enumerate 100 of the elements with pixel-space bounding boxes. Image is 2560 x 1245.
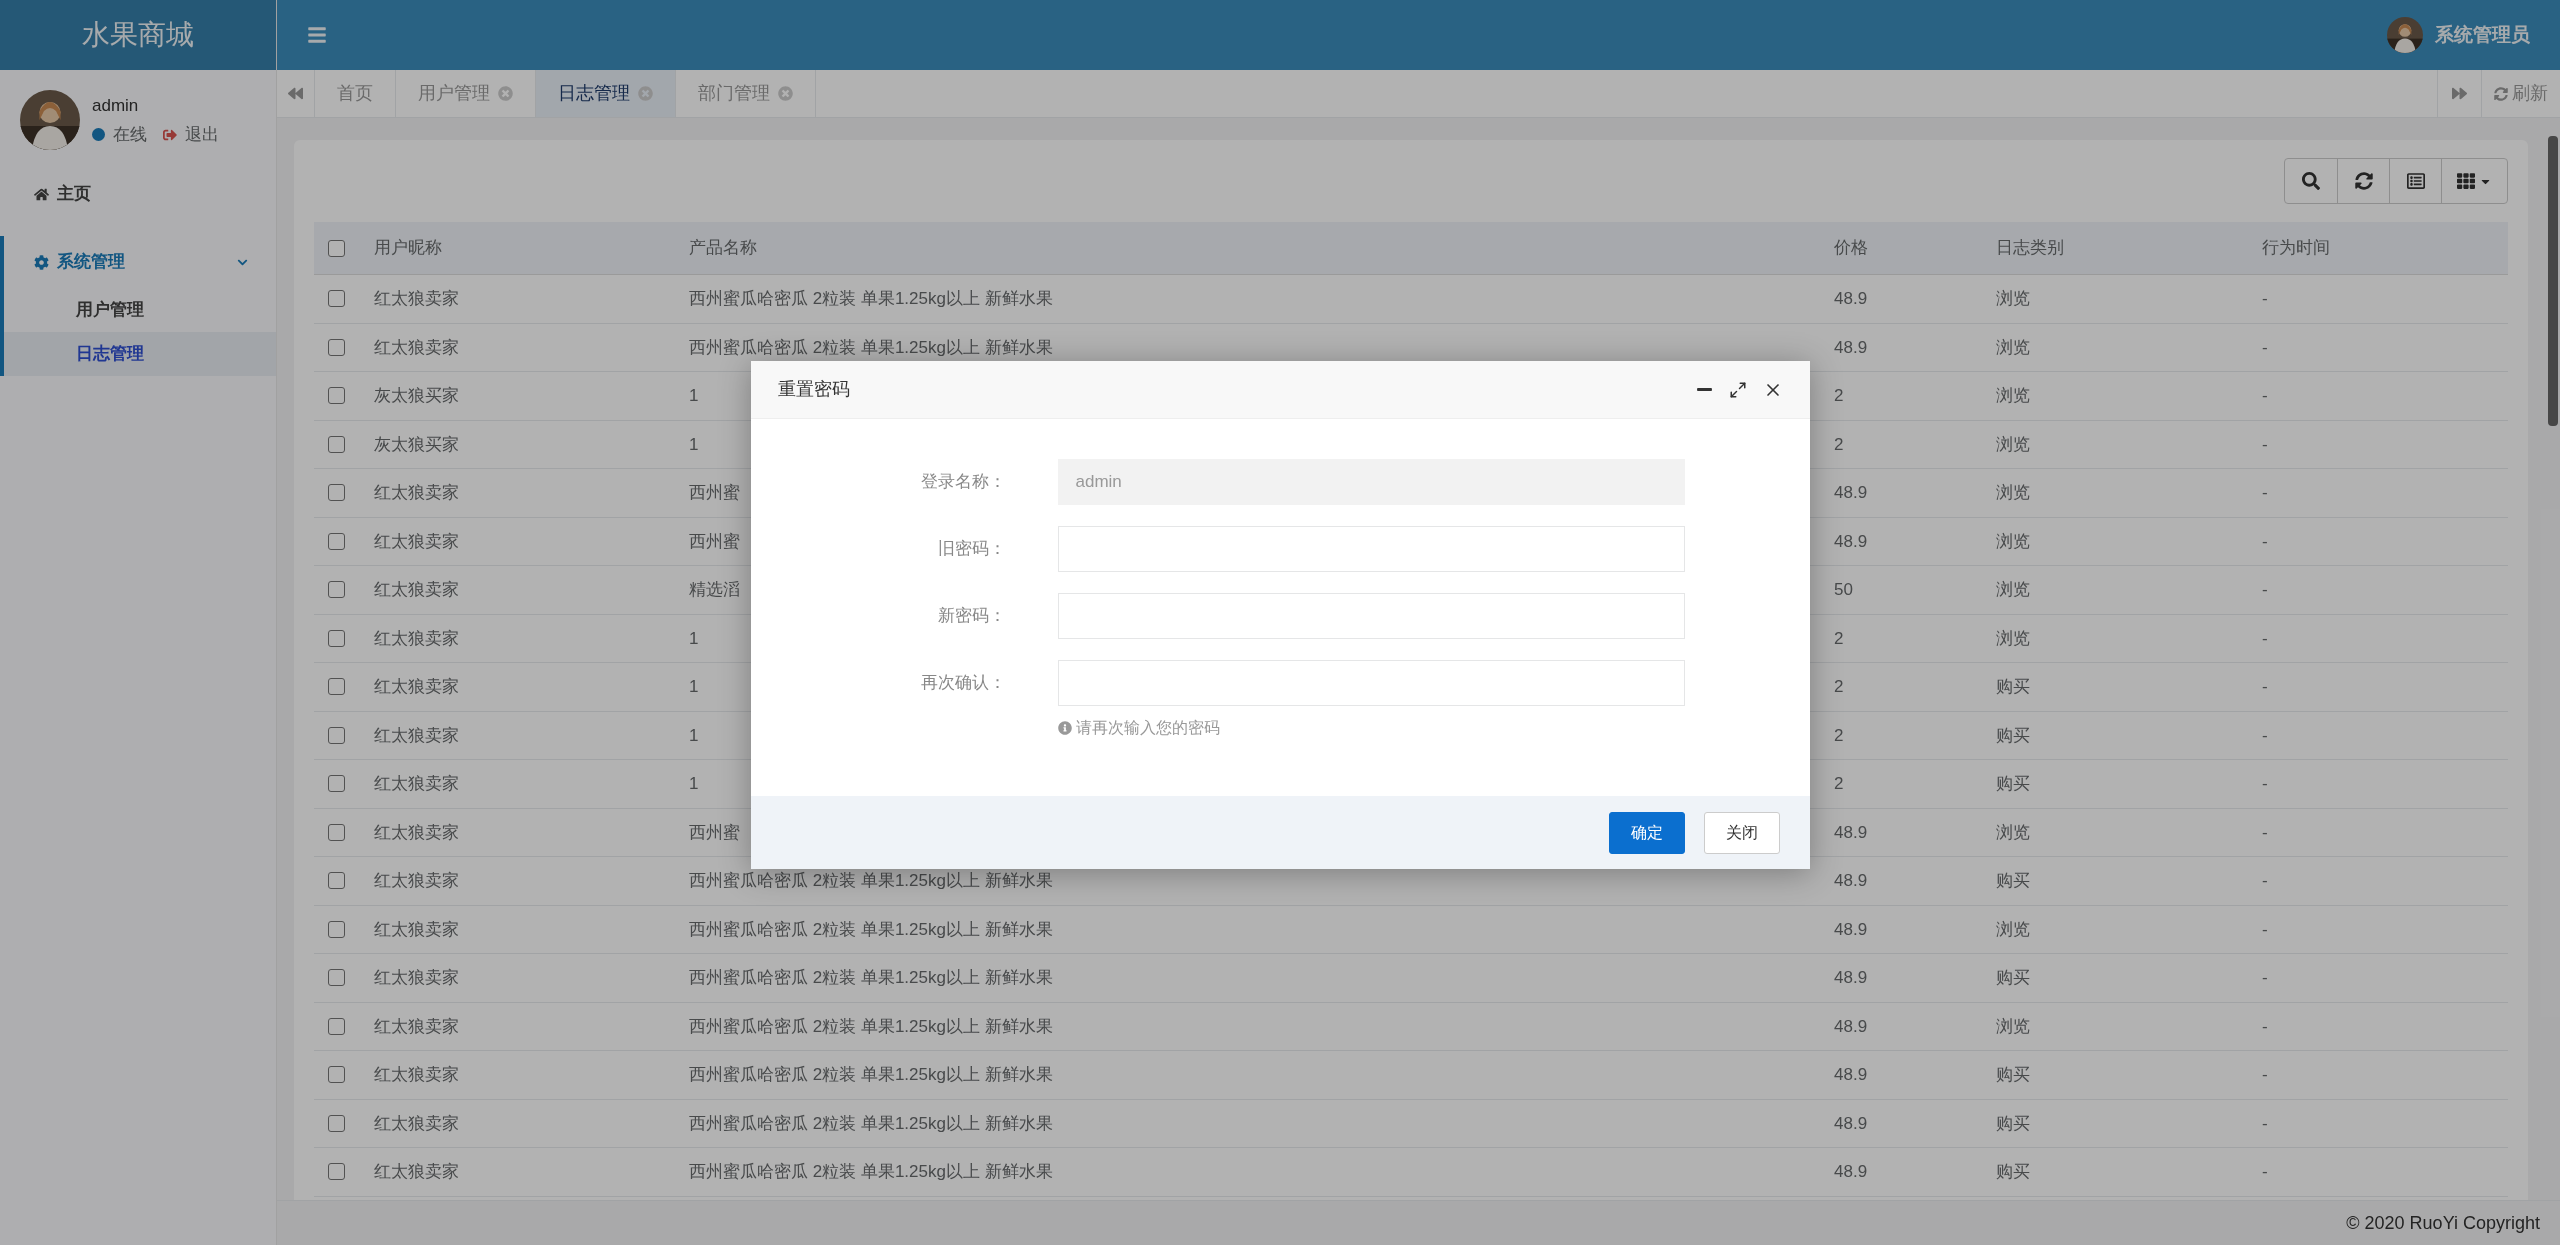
table-cell-text: -	[2262, 918, 2268, 941]
field-label: 旧密码：	[936, 538, 1006, 561]
table-cell-text: 1	[689, 676, 699, 698]
search-icon	[2302, 172, 2320, 190]
table-cell-text: 红太狼卖家	[374, 1064, 459, 1086]
table-cell-text: -	[2262, 1161, 2268, 1183]
table-cell-text: 红太狼卖家	[374, 773, 459, 795]
checkbox[interactable]	[328, 239, 345, 257]
refresh-icon	[2354, 172, 2373, 190]
table-cell-text: 1	[689, 773, 699, 795]
user-name: admin	[92, 94, 140, 117]
table-cell-text: 西州蜜瓜哈密瓜 2粒装 单果1.25kg以上 新鲜水果	[689, 1015, 1053, 1038]
checkbox[interactable]	[328, 678, 345, 696]
maximize-icon[interactable]	[1728, 380, 1747, 399]
table-cell-text: 48.9	[1834, 821, 1868, 844]
table-cell-text: 西州蜜瓜哈密瓜 2粒装 单果1.25kg以上 新鲜水果	[689, 1161, 1053, 1183]
checkbox[interactable]	[328, 581, 345, 599]
page-tab[interactable]: 日志管理	[536, 70, 676, 117]
table-cell-text: -	[2262, 821, 2268, 844]
table-cell-text: -	[2262, 724, 2268, 747]
table-cell-text: 西州蜜瓜哈密瓜 2粒装 单果1.25kg以上 新鲜水果	[689, 336, 1053, 359]
table-cell-text: 购买	[1996, 724, 2030, 747]
submenu-item[interactable]: 日志管理	[4, 332, 276, 376]
checkbox[interactable]	[328, 823, 345, 841]
checkbox[interactable]	[328, 1017, 345, 1035]
table-cell-text: 2	[1834, 676, 1844, 698]
checkbox[interactable]	[328, 629, 345, 647]
checkbox[interactable]	[328, 726, 345, 744]
column-header[interactable]: 日志类别	[1996, 235, 2262, 261]
table-cell-text: 48.9	[1834, 918, 1868, 941]
checkbox[interactable]	[328, 969, 345, 987]
checkbox[interactable]	[328, 484, 345, 502]
column-header[interactable]: 产品名称	[689, 235, 1834, 261]
table-cell-text: 红太狼卖家	[374, 967, 459, 989]
table-cell-text: 浏览	[1996, 579, 2030, 601]
table-cell-text: 浏览	[1996, 627, 2030, 650]
table-cell-text: -	[2262, 627, 2268, 650]
column-header[interactable]: 行为时间	[2262, 235, 2508, 261]
input-field[interactable]	[1057, 593, 1685, 639]
table-cell-text: 西州蜜瓜哈密瓜 2粒装 单果1.25kg以上 新鲜水果	[689, 1112, 1053, 1135]
table-cell-text: 西州蜜	[689, 530, 740, 553]
checkbox[interactable]	[328, 920, 345, 938]
checkbox[interactable]	[328, 872, 345, 890]
table-cell-text: -	[2262, 870, 2268, 892]
table-cell-text: 西州蜜瓜哈密瓜 2粒装 单果1.25kg以上 新鲜水果	[689, 967, 1053, 989]
field-label: 再次确认：	[919, 672, 1006, 695]
table-cell-text: -	[2262, 385, 2268, 407]
page-tab[interactable]: 首页	[315, 70, 396, 117]
menu-icon[interactable]	[307, 25, 327, 45]
sign-out-icon	[163, 127, 177, 142]
double-left-icon	[288, 86, 303, 101]
checkbox[interactable]	[328, 338, 345, 356]
table-cell-text: 48.9	[1834, 1064, 1868, 1086]
refresh-icon	[2494, 86, 2508, 101]
checkbox[interactable]	[328, 1114, 345, 1132]
checkbox[interactable]	[328, 290, 345, 308]
checkbox[interactable]	[328, 532, 345, 550]
double-right-icon	[2452, 86, 2467, 101]
table-cell-text: 浏览	[1996, 1015, 2030, 1038]
checkbox[interactable]	[328, 435, 345, 453]
gear-icon	[34, 254, 49, 270]
checkbox[interactable]	[328, 1066, 345, 1084]
table-cell-text: -	[2262, 1015, 2268, 1038]
table-cell-text: -	[2262, 433, 2268, 456]
home-icon	[34, 186, 49, 202]
column-header[interactable]: 用户昵称	[374, 235, 689, 261]
column-header[interactable]: 价格	[1834, 235, 1996, 261]
table-cell-text: 购买	[1996, 676, 2030, 698]
table-cell-text: 西州蜜瓜哈密瓜 2粒装 单果1.25kg以上 新鲜水果	[689, 918, 1053, 941]
admin-name[interactable]: 系统管理员	[2435, 20, 2530, 50]
checkbox[interactable]	[328, 775, 345, 793]
table-cell-text: 48.9	[1834, 288, 1868, 310]
close-button[interactable]: 关闭	[1703, 811, 1780, 854]
table-cell-text: 48.9	[1834, 336, 1868, 359]
input-field[interactable]	[1057, 526, 1685, 572]
checkbox[interactable]	[328, 387, 345, 405]
table-cell-text: -	[2262, 579, 2268, 601]
logout-link[interactable]: 退出	[185, 122, 219, 148]
info-icon	[1057, 721, 1072, 735]
table-cell-text: 购买	[1996, 1112, 2030, 1135]
table-cell-text: 48.9	[1834, 1161, 1868, 1183]
refresh-tab-button[interactable]: 刷新	[2481, 70, 2560, 117]
table-cell-text: -	[2262, 336, 2268, 359]
table-cell-text: 2	[1834, 627, 1844, 650]
table-cell-text: 48.9	[1834, 530, 1868, 553]
table-cell-text: 西州蜜	[689, 821, 740, 844]
confirm-button[interactable]: 确定	[1608, 811, 1685, 854]
table-cell-text: 浏览	[1996, 918, 2030, 941]
table-cell-text: 48.9	[1834, 1015, 1868, 1038]
input-field[interactable]	[1057, 660, 1685, 706]
page-tab[interactable]: 部门管理	[676, 70, 816, 117]
table-cell-text: 红太狼卖家	[374, 530, 459, 553]
menu-item[interactable]: 系统管理	[4, 236, 276, 288]
table-cell-text: 2	[1834, 724, 1844, 747]
table-cell-text: 红太狼卖家	[374, 870, 459, 892]
checkbox[interactable]	[328, 1163, 345, 1181]
menu-item[interactable]: 主页	[0, 168, 276, 220]
submenu-item[interactable]: 用户管理	[4, 288, 276, 332]
table-cell-text: 50	[1834, 579, 1853, 601]
table-cell-text: 红太狼卖家	[374, 336, 459, 359]
